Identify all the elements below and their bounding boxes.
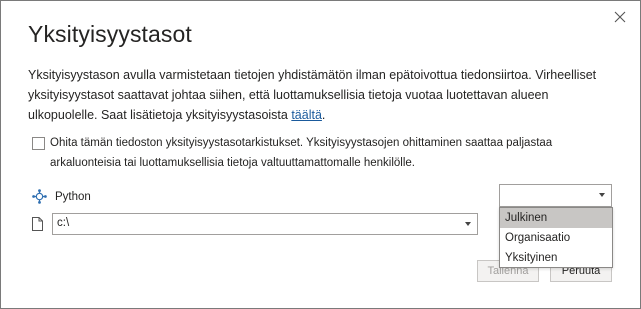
privacy-level-select[interactable]: [499, 184, 612, 207]
learn-more-link[interactable]: täältä: [291, 108, 322, 122]
close-button[interactable]: [610, 7, 630, 27]
ignore-privacy-label: Ohita tämän tiedoston yksityisyystasotar…: [50, 137, 553, 169]
python-icon: [32, 189, 47, 204]
option-yksityinen[interactable]: Yksityinen: [500, 248, 612, 268]
privacy-levels-dialog: Yksityisyystasot Yksityisyystason avulla…: [0, 0, 641, 309]
dialog-description: Yksityisyystason avulla varmistetaan tie…: [28, 65, 618, 125]
option-organisaatio[interactable]: Organisaatio: [500, 228, 612, 248]
close-icon: [614, 11, 626, 23]
file-icon: [32, 217, 43, 231]
privacy-level-options: Julkinen Organisaatio Yksityinen: [499, 207, 613, 268]
data-source-row: Python: [32, 189, 91, 204]
description-suffix: .: [321, 108, 326, 122]
data-source-name: Python: [55, 190, 91, 203]
path-row: c:\: [32, 213, 478, 235]
ignore-privacy-checkbox[interactable]: [32, 137, 45, 150]
option-julkinen[interactable]: Julkinen: [500, 208, 612, 228]
ignore-privacy-row: Ohita tämän tiedoston yksityisyystasotar…: [32, 133, 622, 173]
path-select[interactable]: c:\: [52, 213, 478, 235]
dialog-title: Yksityisyystasot: [28, 21, 192, 47]
chevron-down-icon: [465, 222, 471, 226]
path-value: c:\: [57, 217, 70, 229]
chevron-down-icon: [599, 193, 605, 197]
